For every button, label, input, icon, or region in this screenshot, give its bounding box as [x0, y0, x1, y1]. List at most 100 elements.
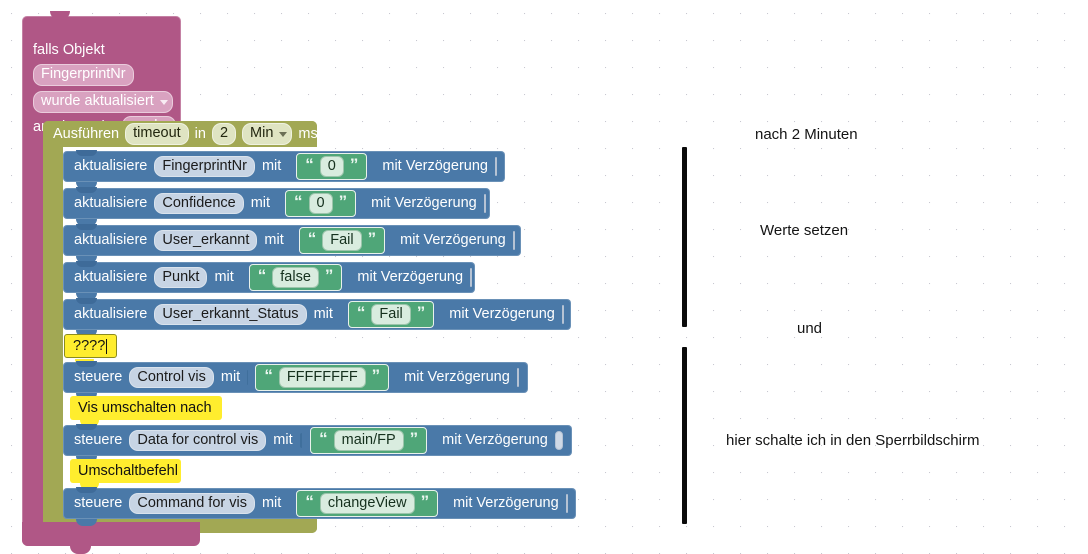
string-value-block[interactable]: “ 0 ” [296, 153, 368, 180]
chevron-down-icon [279, 132, 288, 137]
table-row[interactable]: aktualisiere Confidence mit “ 0 ” mit Ve… [63, 187, 490, 226]
comment-text: Vis umschalten nach [78, 400, 212, 416]
statement-verb: steuere [74, 432, 123, 449]
string-value-field[interactable]: FFFFFFFF [278, 366, 366, 389]
statement-target[interactable]: Control vis [129, 366, 214, 389]
trigger-dropdown-label: wurde aktualisiert [41, 93, 154, 109]
block-notch [76, 487, 97, 493]
string-value-field[interactable]: Fail [322, 229, 362, 252]
block-notch [76, 261, 97, 267]
statement-verb: aktualisiere [74, 232, 148, 249]
quote-open-icon: “ [264, 366, 273, 385]
loop-verb: Ausführen [53, 125, 120, 142]
comment-text: ???? [73, 338, 106, 354]
statement-target[interactable]: Confidence [154, 192, 244, 215]
statement-target[interactable]: Data for control vis [129, 429, 267, 452]
delay-checkbox[interactable] [470, 268, 473, 287]
statement-target[interactable]: Command for vis [129, 492, 255, 515]
string-value-block[interactable]: “ false ” [248, 264, 343, 291]
statement-target[interactable]: Punkt [154, 266, 208, 289]
table-row[interactable]: steuere Control vis mit “ FFFFFFFF ” mit… [63, 361, 528, 400]
delay-label: mit Verzögerung [382, 158, 488, 175]
delay-checkbox[interactable] [565, 494, 568, 513]
annotation-text-4: hier schalte ich in den Sperrbildschirm [726, 432, 980, 449]
quote-close-icon: ” [324, 266, 334, 285]
string-value-field[interactable]: 0 [308, 192, 333, 215]
delay-checkbox[interactable] [516, 368, 519, 387]
trigger-dropdown[interactable]: wurde aktualisiert [33, 91, 173, 113]
statement-target[interactable]: FingerprintNr [154, 155, 255, 178]
hat-block-title: falls Objekt [33, 42, 105, 58]
loop-mode-field[interactable]: timeout [125, 123, 189, 145]
comment-block[interactable]: Umschaltbefehl [70, 459, 181, 490]
delay-label: mit Verzögerung [357, 269, 464, 286]
delay-label: mit Verzögerung [453, 495, 559, 512]
statement-verb: steuere [74, 495, 123, 512]
string-value-field[interactable]: main/FP [333, 429, 404, 452]
delay-label: mit Verzögerung [442, 432, 548, 449]
loop-block-header[interactable]: Ausführen timeout in 2 Min ms [43, 121, 318, 147]
string-value-field[interactable]: 0 [319, 155, 344, 178]
socket-plug-icon [299, 433, 303, 448]
statement-verb: aktualisiere [74, 195, 148, 212]
block-notch [76, 298, 97, 304]
statement-target[interactable]: User_erkannt_Status [154, 303, 307, 326]
loop-amount-field[interactable]: 2 [211, 123, 237, 145]
annotation-bracket-top [682, 147, 687, 327]
statement-verb: steuere [74, 369, 123, 386]
block-notch [50, 11, 70, 20]
comment-block[interactable]: Vis umschalten nach [70, 396, 222, 427]
quote-close-icon: ” [409, 429, 419, 448]
delay-label: mit Verzögerung [371, 195, 477, 212]
table-row[interactable]: aktualisiere Punkt mit “ false ” mit Ver… [63, 261, 475, 300]
chevron-down-icon [159, 99, 168, 105]
quote-open-icon: “ [319, 429, 328, 448]
string-value-block[interactable]: “ main/FP ” [310, 427, 428, 454]
block-notch [76, 361, 97, 367]
object-field[interactable]: FingerprintNr [33, 64, 134, 86]
statement-target[interactable]: User_erkannt [154, 229, 258, 252]
quote-open-icon: “ [305, 492, 314, 511]
table-row[interactable]: steuere Command for vis mit “ changeView… [63, 487, 576, 526]
statement-with: mit [261, 495, 282, 512]
string-value-field[interactable]: changeView [319, 492, 415, 515]
statement-with: mit [273, 432, 293, 449]
delay-checkbox[interactable] [561, 305, 564, 324]
table-row[interactable]: aktualisiere FingerprintNr mit “ 0 ” mit… [63, 150, 505, 189]
block-notch [76, 424, 97, 430]
string-value-field[interactable]: false [272, 266, 319, 289]
delay-checkbox[interactable] [494, 157, 497, 176]
loop-unit-dropdown[interactable]: Min [242, 123, 293, 145]
delay-label: mit Verzögerung [404, 369, 510, 386]
comment-block-editing[interactable]: ???? [64, 334, 117, 366]
table-row[interactable]: steuere Data for control vis mit “ main/… [63, 424, 572, 463]
delay-checkbox[interactable] [483, 194, 486, 213]
annotation-text-1: nach 2 Minuten [755, 126, 858, 143]
statement-verb: aktualisiere [74, 269, 148, 286]
delay-checkbox[interactable] [512, 231, 515, 250]
string-value-block[interactable]: “ Fail ” [347, 301, 435, 328]
string-value-block[interactable]: “ 0 ” [285, 190, 357, 217]
quote-open-icon: “ [294, 192, 303, 211]
table-row[interactable]: aktualisiere User_erkannt mit “ Fail ” m… [63, 224, 521, 263]
text-cursor [106, 338, 107, 354]
string-value-block[interactable]: “ Fail ” [298, 227, 386, 254]
comment-text: Umschaltbefehl [78, 463, 178, 479]
loop-preposition: in [194, 125, 206, 142]
statement-with: mit [220, 369, 241, 386]
quote-close-icon: ” [338, 192, 348, 211]
statement-with: mit [261, 158, 282, 175]
block-notch [76, 224, 97, 230]
table-row[interactable]: aktualisiere User_erkannt_Status mit “ F… [63, 298, 571, 337]
quote-open-icon: “ [305, 155, 314, 174]
delay-checkbox[interactable] [554, 431, 563, 450]
string-value-block[interactable]: “ changeView ” [296, 490, 439, 517]
loop-unit-label: Min [250, 125, 274, 142]
delay-label: mit Verzögerung [449, 306, 555, 323]
quote-close-icon: ” [367, 229, 377, 248]
annotation-text-3: und [797, 320, 823, 337]
quote-open-icon: “ [356, 303, 366, 322]
string-value-block[interactable]: “ FFFFFFFF ” [255, 364, 390, 391]
string-value-field[interactable]: Fail [371, 303, 411, 326]
statement-verb: aktualisiere [74, 158, 148, 175]
